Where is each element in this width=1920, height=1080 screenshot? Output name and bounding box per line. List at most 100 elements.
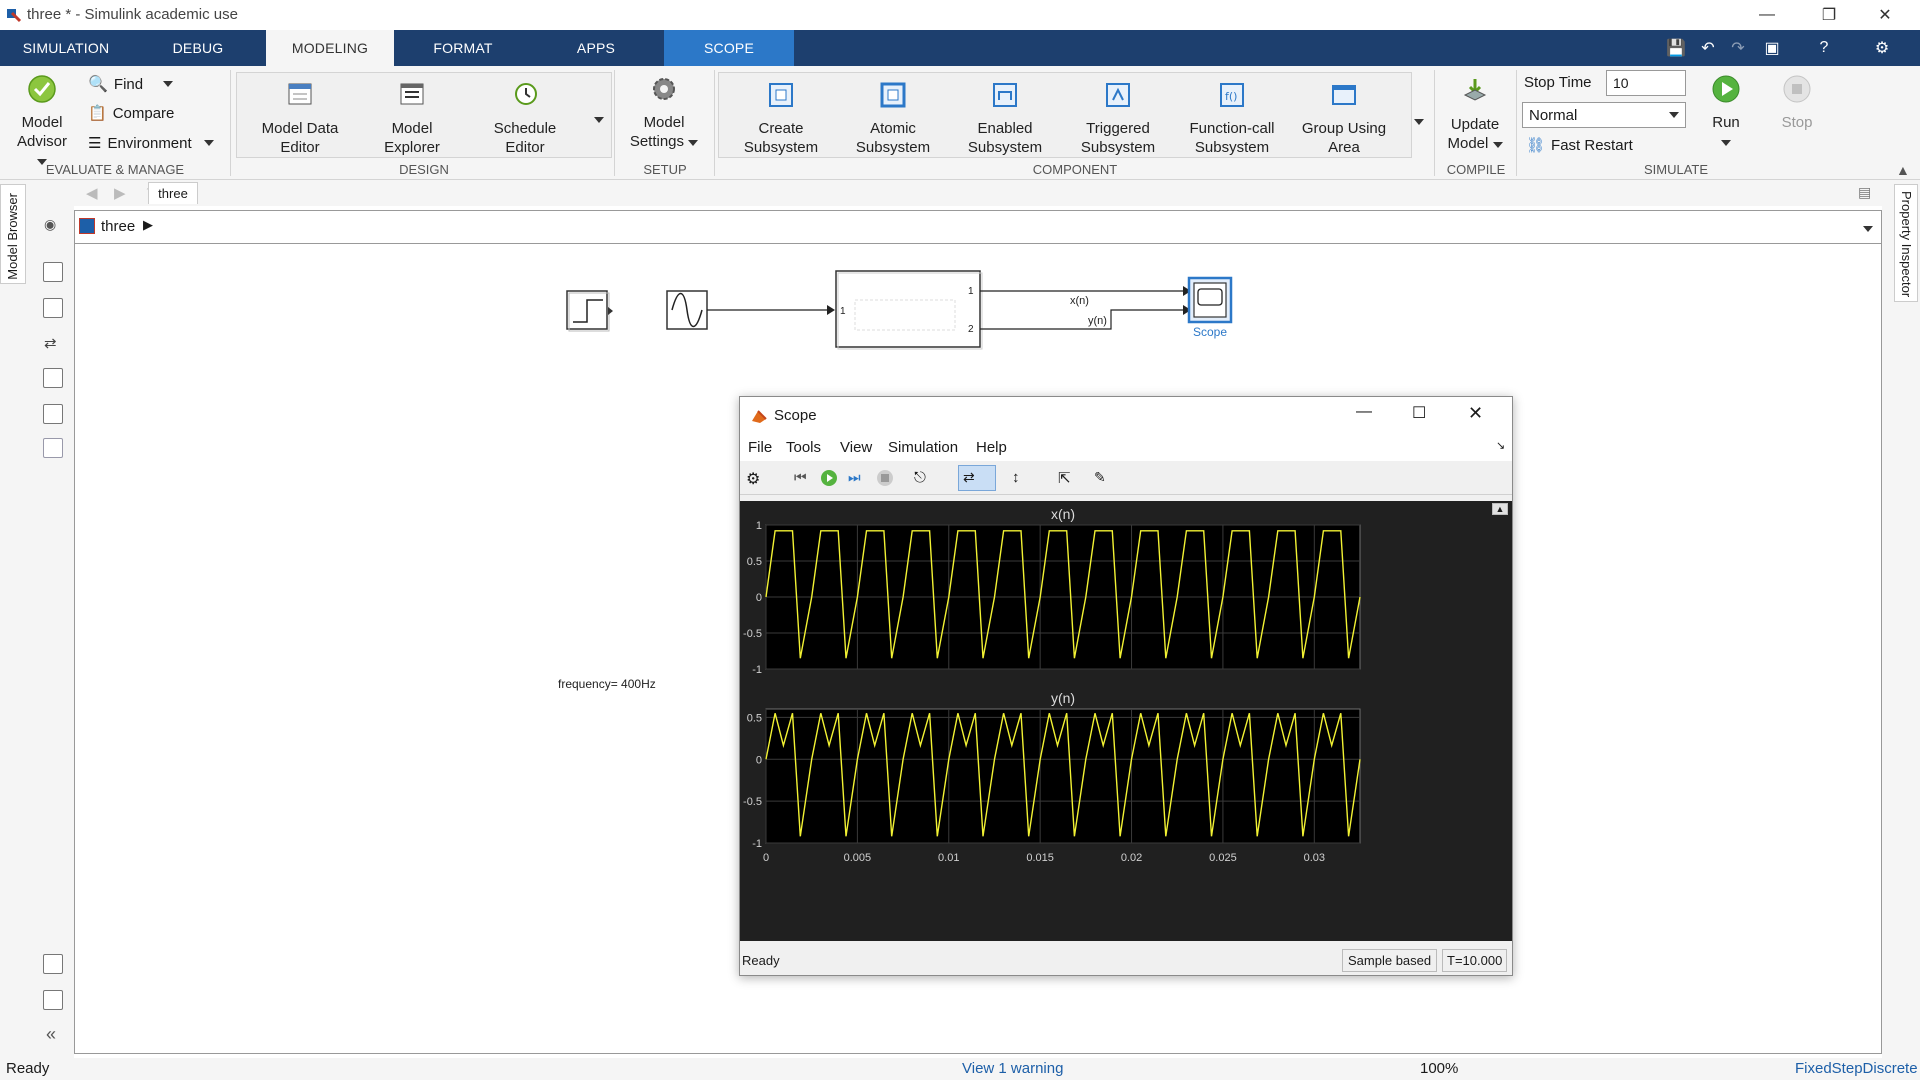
fast-restart-button[interactable]: ⛓ Fast Restart: [1526, 136, 1633, 155]
ytick-label: -0.5: [743, 796, 762, 808]
design-expand-button[interactable]: [594, 110, 604, 127]
create-subsystem-icon: [769, 83, 793, 107]
help-icon[interactable]: ?: [1812, 36, 1836, 60]
highlight-block-icon[interactable]: ⎋: [914, 469, 932, 487]
save-icon[interactable]: 💾: [1664, 36, 1688, 60]
tab-scope[interactable]: SCOPE: [664, 30, 794, 66]
tab-apps[interactable]: APPS: [530, 30, 662, 66]
signal-line-y[interactable]: [980, 309, 1183, 330]
close-button[interactable]: ✕: [1862, 0, 1908, 30]
arrows-icon[interactable]: ⇄: [44, 334, 57, 352]
component-expand-button[interactable]: [1414, 112, 1424, 129]
simulation-mode-select[interactable]: Normal: [1522, 102, 1686, 128]
scope-close-button[interactable]: ✕: [1468, 403, 1483, 424]
step-forward-icon[interactable]: ⏭: [848, 469, 866, 487]
hide-show-explorer-icon[interactable]: ◉: [44, 216, 56, 233]
find-button[interactable]: 🔍 Find: [88, 74, 174, 94]
fit-to-view-icon[interactable]: [43, 298, 63, 318]
tab-format[interactable]: FORMAT: [396, 30, 530, 66]
menu-tools[interactable]: Tools: [786, 439, 821, 456]
address-dropdown[interactable]: [1863, 219, 1873, 236]
stop-sim-icon[interactable]: [876, 469, 894, 487]
collapse-toolbar-icon[interactable]: «: [46, 1024, 56, 1045]
model-tab[interactable]: three: [148, 182, 198, 204]
step-block[interactable]: [566, 290, 613, 332]
breadcrumb-arrow-icon[interactable]: ▶: [143, 217, 153, 233]
zoom-x-toggle[interactable]: ⇄: [958, 465, 996, 491]
status-solver[interactable]: FixedStepDiscrete: [1795, 1060, 1918, 1077]
signal-label-x[interactable]: x(n): [1070, 295, 1089, 307]
explorer-icon: [400, 83, 424, 105]
model-browser-tab[interactable]: Model Browser: [0, 184, 26, 284]
tab-simulation[interactable]: SIMULATION: [0, 30, 132, 66]
frequency-annotation[interactable]: frequency= 400Hz: [558, 677, 656, 691]
scope-toolbar: ⚙ ⏮ ⏭ ⎋ ⇄ ↕ ⇱ ✎: [740, 461, 1512, 495]
data-cursor-icon[interactable]: ⇱: [1058, 469, 1076, 487]
breadcrumb-path[interactable]: three: [101, 218, 135, 235]
es-label-2: Subsystem: [967, 139, 1043, 156]
area-tool-icon[interactable]: [43, 438, 63, 458]
step-back-icon[interactable]: ⏮: [794, 469, 812, 487]
collapse-ribbon-icon[interactable]: ▲: [1896, 162, 1910, 178]
tab-modeling[interactable]: MODELING: [266, 30, 394, 66]
edit-icon[interactable]: ✎: [1094, 469, 1112, 487]
screenshot-icon[interactable]: [43, 954, 63, 974]
run-dropdown[interactable]: [1700, 132, 1752, 151]
property-inspector-tab[interactable]: Property Inspector: [1894, 184, 1918, 302]
model-settings-button[interactable]: Model Settings: [624, 74, 704, 151]
tab-debug[interactable]: DEBUG: [132, 30, 264, 66]
run-button[interactable]: Run: [1700, 74, 1752, 151]
create-subsystem-button[interactable]: Create Subsystem: [736, 80, 826, 157]
subsystem-in-port-label: 1: [840, 306, 846, 317]
minimize-button[interactable]: —: [1744, 0, 1790, 30]
sine-wave-block[interactable]: [666, 290, 708, 330]
status-warning-link[interactable]: View 1 warning: [962, 1060, 1063, 1077]
status-bar: Ready View 1 warning 100% FixedStepDiscr…: [0, 1058, 1920, 1080]
redo-icon[interactable]: ↷: [1726, 36, 1750, 60]
restore-button[interactable]: ❐: [1806, 0, 1852, 30]
compare-button[interactable]: 📋 Compare: [88, 104, 174, 123]
menu-view[interactable]: View: [840, 439, 872, 456]
stop-time-input[interactable]: 10: [1606, 70, 1686, 96]
quick-access-menu-icon[interactable]: ▣: [1760, 36, 1784, 60]
configuration-gear-icon[interactable]: ⚙: [746, 469, 764, 488]
subsystem-block[interactable]: 1 1 2: [835, 270, 983, 350]
annotation-icon[interactable]: [43, 368, 63, 388]
scope-maximize-button[interactable]: ☐: [1412, 403, 1426, 423]
enabled-subsystem-button[interactable]: Enabled Subsystem: [960, 80, 1050, 157]
undo-icon[interactable]: ↶: [1696, 36, 1720, 60]
menu-simulation[interactable]: Simulation: [888, 439, 958, 456]
environment-button[interactable]: ☰ Environment: [88, 134, 214, 152]
update-model-button[interactable]: Update Model: [1440, 76, 1510, 153]
dock-icon[interactable]: ↘: [1496, 439, 1505, 452]
back-icon[interactable]: ◀: [86, 184, 98, 202]
settings-icon[interactable]: ⚙: [1870, 36, 1894, 60]
model-info-icon[interactable]: [43, 990, 63, 1010]
scope-plot-area[interactable]: x(n) 1 0.5 0 -0.5 -1 y(n) 0.5 0 -0.5 -1 0 0.005 0.01 0…: [740, 501, 1512, 941]
signal-label-y[interactable]: y(n): [1088, 315, 1107, 327]
model-data-editor-button[interactable]: Model Data Editor: [256, 80, 344, 157]
scope-block[interactable]: Scope: [1187, 276, 1233, 339]
stop-button[interactable]: Stop: [1772, 74, 1822, 132]
xtick-label: 0.025: [1209, 852, 1237, 864]
scope-minimize-button[interactable]: —: [1356, 403, 1372, 421]
scope-window[interactable]: Scope — ☐ ✕ File Tools View Simulation H…: [739, 396, 1513, 976]
schedule-editor-button[interactable]: Schedule Editor: [480, 80, 570, 157]
forward-icon[interactable]: ▶: [114, 184, 126, 202]
image-icon[interactable]: [43, 404, 63, 424]
run-icon[interactable]: [820, 469, 838, 487]
zoom-icon[interactable]: [43, 262, 63, 282]
atomic-subsystem-button[interactable]: Atomic Subsystem: [848, 80, 938, 157]
model-advisor-button[interactable]: Model Advisor: [10, 74, 74, 170]
menu-help[interactable]: Help: [976, 439, 1007, 456]
scale-axes-icon[interactable]: ↕: [1012, 469, 1030, 487]
function-call-subsystem-button[interactable]: f() Function-call Subsystem: [1180, 80, 1284, 157]
xtick-label: 0.02: [1121, 852, 1142, 864]
undock-axes-icon[interactable]: ▲: [1492, 503, 1508, 515]
model-explorer-button[interactable]: Model Explorer: [370, 80, 454, 157]
group-using-area-button[interactable]: Group Using Area: [1296, 80, 1392, 157]
menu-file[interactable]: File: [748, 439, 772, 456]
triggered-subsystem-button[interactable]: Triggered Subsystem: [1072, 80, 1164, 157]
property-inspector-label: Property Inspector: [1899, 191, 1914, 298]
tab-menu-icon[interactable]: ▤: [1858, 184, 1871, 201]
